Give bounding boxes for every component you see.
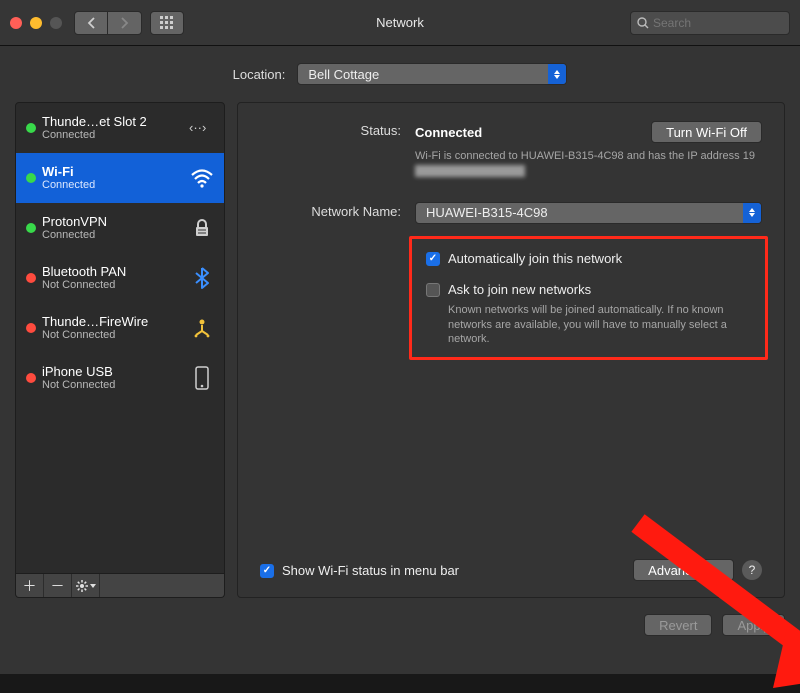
network-name-popup[interactable]: HUAWEI-B315-4C98 [415, 202, 762, 224]
window-controls [10, 17, 62, 29]
auto-join-checkbox[interactable] [426, 252, 440, 266]
titlebar: Network [0, 0, 800, 46]
status-dot-icon [26, 173, 36, 183]
status-value: Connected [415, 125, 482, 140]
show-menubar-label: Show Wi-Fi status in menu bar [282, 563, 459, 578]
location-label: Location: [233, 67, 286, 82]
annotation-arrow-icon [628, 503, 800, 693]
svg-text:‹··›: ‹··› [189, 120, 206, 135]
show-all-button[interactable] [150, 11, 184, 35]
sidebar-item-bluetooth-pan[interactable]: Bluetooth PAN Not Connected [16, 253, 224, 303]
network-name-value: HUAWEI-B315-4C98 [426, 205, 548, 220]
interface-name: ProtonVPN [42, 214, 182, 230]
footer-buttons: Revert Apply [0, 610, 800, 650]
sidebar-item-iphone-usb[interactable]: iPhone USB Not Connected [16, 353, 224, 403]
status-dot-icon [26, 373, 36, 383]
sidebar-tools: ＋ － [15, 574, 225, 598]
chevron-down-icon [90, 584, 96, 588]
help-button[interactable]: ? [742, 560, 762, 580]
sidebar-item-thunderbolt-firewire[interactable]: Thunde…FireWire Not Connected [16, 303, 224, 353]
status-dot-icon [26, 273, 36, 283]
minimize-button[interactable] [30, 17, 42, 29]
ask-to-join-checkbox[interactable] [426, 283, 440, 297]
search-field[interactable] [630, 11, 790, 35]
network-prefs-window: Network Location: Bell Cottage Thunde…et… [0, 0, 800, 674]
show-menubar-checkbox[interactable] [260, 564, 274, 578]
ask-to-join-label: Ask to join new networks [448, 282, 591, 297]
apply-button[interactable]: Apply [722, 614, 785, 636]
zoom-button[interactable] [50, 17, 62, 29]
interface-status: Connected [42, 229, 182, 242]
gear-icon [76, 580, 88, 592]
location-popup[interactable]: Bell Cottage [297, 63, 567, 85]
sidebar-item-wifi[interactable]: Wi-Fi Connected [16, 153, 224, 203]
interface-status: Not Connected [42, 379, 182, 392]
firewire-icon [188, 314, 216, 342]
status-label: Status: [260, 121, 415, 138]
popup-arrows-icon [548, 64, 566, 84]
nav-segment [74, 11, 142, 35]
bluetooth-icon [188, 264, 216, 292]
sidebar-item-thunderbolt-slot2[interactable]: Thunde…et Slot 2 Connected ‹··› [16, 103, 224, 153]
interface-sidebar: Thunde…et Slot 2 Connected ‹··› Wi-Fi Co… [15, 102, 225, 598]
status-dot-icon [26, 323, 36, 333]
search-icon [637, 17, 649, 29]
ask-to-join-description: Known networks will be joined automatica… [448, 303, 748, 348]
popup-arrows-icon [743, 203, 761, 223]
phone-icon [188, 364, 216, 392]
interface-status: Connected [42, 179, 182, 192]
turn-wifi-off-button[interactable]: Turn Wi-Fi Off [651, 121, 762, 143]
wifi-icon [188, 164, 216, 192]
location-row: Location: Bell Cottage [0, 46, 800, 102]
sidebar-item-protonvpn[interactable]: ProtonVPN Connected [16, 203, 224, 253]
network-name-label: Network Name: [260, 202, 415, 219]
bridge-icon: ‹··› [188, 114, 216, 142]
interface-list[interactable]: Thunde…et Slot 2 Connected ‹··› Wi-Fi Co… [15, 102, 225, 574]
status-dot-icon [26, 123, 36, 133]
interface-status: Not Connected [42, 279, 182, 292]
grid-icon [160, 16, 174, 30]
back-button[interactable] [74, 11, 108, 35]
remove-interface-button[interactable]: － [44, 574, 72, 597]
revert-button[interactable]: Revert [644, 614, 712, 636]
annotation-highlight-box: Automatically join this network Ask to j… [409, 236, 768, 361]
auto-join-label: Automatically join this network [448, 251, 622, 266]
interface-status: Not Connected [42, 329, 182, 342]
lock-icon [188, 214, 216, 242]
interface-name: iPhone USB [42, 364, 182, 380]
status-description: Wi-Fi is connected to HUAWEI-B315-4C98 a… [415, 149, 762, 180]
add-interface-button[interactable]: ＋ [16, 574, 44, 597]
advanced-button[interactable]: Advanced… [633, 559, 734, 581]
forward-button[interactable] [108, 11, 142, 35]
interface-name: Thunde…et Slot 2 [42, 114, 182, 130]
detail-pane: Status: Connected Turn Wi-Fi Off Wi-Fi i… [237, 102, 785, 598]
close-button[interactable] [10, 17, 22, 29]
search-input[interactable] [653, 16, 783, 30]
status-dot-icon [26, 223, 36, 233]
interface-name: Thunde…FireWire [42, 314, 182, 330]
redacted-ip [415, 165, 525, 177]
location-value: Bell Cottage [308, 67, 379, 82]
interface-actions-button[interactable] [72, 574, 100, 597]
interface-name: Bluetooth PAN [42, 264, 182, 280]
interface-name: Wi-Fi [42, 164, 182, 180]
interface-status: Connected [42, 129, 182, 142]
